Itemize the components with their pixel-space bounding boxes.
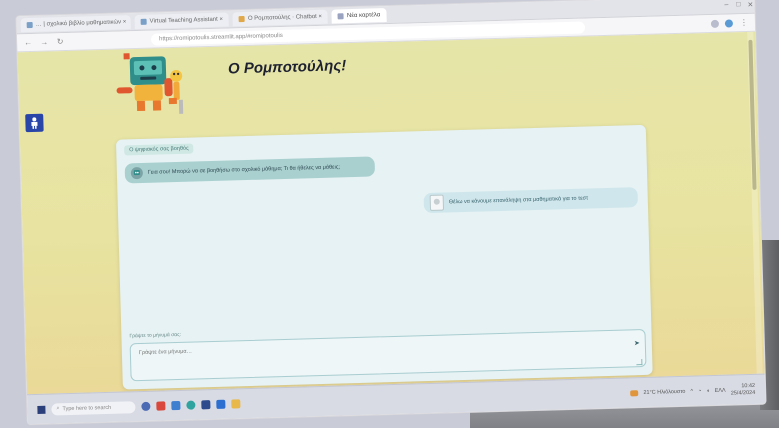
app-icon-navy[interactable] [201, 400, 211, 410]
tab-3[interactable]: Ο Ρομποτούλης · Chatbot × [232, 9, 329, 26]
tab-1[interactable]: … | σχολικό βιβλίο μαθηματικών × [20, 14, 131, 32]
reload-icon[interactable]: ↻ [55, 37, 65, 46]
favicon-icon [140, 18, 147, 25]
bot-message: Γεια σου! Μπορώ να σε βοηθήσω στο σχολικ… [124, 156, 376, 184]
bot-message-text: Γεια σου! Μπορώ να σε βοηθήσω στο σχολικ… [147, 164, 341, 176]
clock[interactable]: 10:42 25/4/2024 [730, 382, 756, 397]
bot-avatar-icon [130, 166, 144, 180]
message-input[interactable] [129, 328, 647, 382]
search-icon: ⌕ [56, 405, 60, 412]
tab-spacer [390, 5, 718, 14]
user-message: Θέλω να κάνουμε επανάληψη στα μαθηματικά… [423, 187, 639, 214]
input-label: Γράψτε το μήνυμά σας: [129, 331, 182, 340]
extension-icon[interactable] [710, 19, 720, 28]
taskbar-search[interactable]: ⌕ Type here to search [51, 400, 136, 416]
volume-icon[interactable]: ◖ [706, 388, 709, 394]
task-view-icon[interactable] [141, 401, 151, 412]
taskbar-search-text: Type here to search [62, 404, 112, 412]
profile-icon[interactable] [724, 18, 734, 28]
tab-label: … | σχολικό βιβλίο μαθηματικών × [35, 18, 127, 28]
favicon-icon [238, 15, 246, 22]
user-avatar-icon [429, 194, 445, 211]
robot-mascot-icon [116, 53, 184, 114]
weather-text[interactable]: 21°C Ηλιόλουστο [643, 388, 685, 395]
start-button[interactable] [37, 405, 46, 414]
language-indicator[interactable]: ΕΛΛ [715, 387, 726, 393]
menu-icon[interactable]: ⋮ [739, 18, 749, 27]
close-icon[interactable]: ✕ [746, 0, 754, 8]
maximize-icon[interactable]: □ [734, 1, 742, 9]
forward-icon[interactable]: → [39, 37, 49, 47]
chat-heading: Ο ψηφιακός σας βοηθός [124, 143, 194, 156]
send-icon[interactable]: ➤ [634, 339, 640, 347]
app-icon-word[interactable] [216, 399, 226, 409]
tab-4[interactable]: Νέα καρτέλα [331, 7, 387, 24]
page-viewport: Ο Ρομποτούλης! Ο ψηφιακός σας βοηθός Γει… [17, 31, 765, 395]
back-icon[interactable]: ← [23, 38, 33, 47]
minimize-icon[interactable]: – [722, 1, 730, 9]
tab-label: Νέα καρτέλα [346, 11, 381, 19]
app-icon-blue[interactable] [171, 400, 181, 411]
sidebar-toggle-button[interactable] [25, 113, 44, 133]
chat-panel: Ο ψηφιακός σας βοηθός Γεια σου! Μπορώ να… [115, 124, 653, 390]
system-tray: 21°C Ηλιόλουστο ^ ◔ ◖ ΕΛΛ 10:42 25/4/202… [630, 382, 755, 399]
browser-window: … | σχολικό βιβλίο μαθηματικών × Virtual… [16, 0, 766, 425]
tab-label: Virtual Teaching Assistant × [149, 16, 224, 25]
person-icon [31, 117, 38, 129]
page-title: Ο Ρομποτούλης! [227, 57, 347, 78]
clock-time: 10:42 [741, 382, 756, 389]
wifi-icon[interactable]: ◔ [698, 388, 701, 394]
app-icon-red[interactable] [156, 401, 166, 411]
weather-icon[interactable] [630, 389, 639, 396]
app-icon-teal[interactable] [186, 400, 196, 410]
chevron-up-icon[interactable]: ^ [690, 388, 693, 394]
favicon-icon [337, 12, 345, 19]
tab-label: Ο Ρομποτούλης · Chatbot × [247, 13, 323, 22]
favicon-icon [26, 21, 33, 28]
tab-2[interactable]: Virtual Teaching Assistant × [134, 11, 230, 29]
folder-icon[interactable] [231, 399, 241, 409]
taskbar-spacer [246, 393, 624, 404]
user-message-text: Θέλω να κάνουμε επανάληψη στα μαθηματικά… [448, 195, 589, 206]
clock-date: 25/4/2024 [730, 389, 756, 397]
resize-grip-icon[interactable] [636, 359, 643, 366]
